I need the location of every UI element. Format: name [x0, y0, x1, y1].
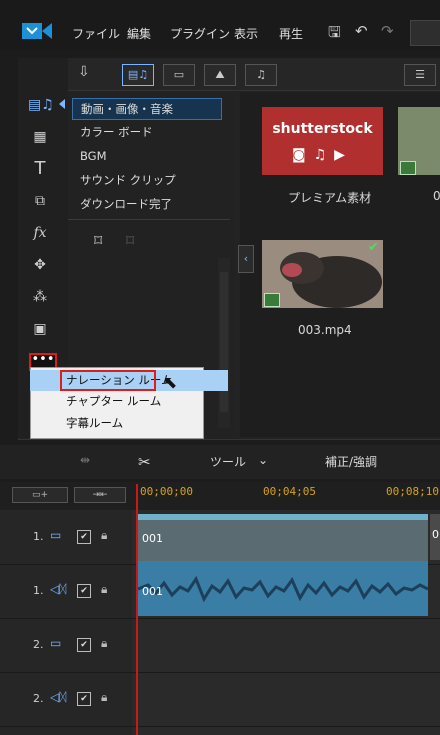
- menu-item-chapter-room[interactable]: チャプター ルーム: [30, 391, 228, 412]
- playhead[interactable]: [136, 484, 138, 735]
- track-enable-checkbox[interactable]: ✔: [77, 530, 91, 544]
- title-room-icon[interactable]: T: [28, 158, 52, 180]
- lock-icon[interactable]: 🔒︎: [101, 636, 107, 651]
- fit-timeline-button[interactable]: ⇥⇤: [74, 487, 126, 503]
- app-logo-icon: [22, 20, 52, 42]
- lock-icon[interactable]: 🔒︎: [101, 690, 107, 705]
- category-media[interactable]: 動画・画像・音楽: [72, 98, 222, 120]
- save-icon[interactable]: 🖫: [328, 22, 341, 47]
- track-number: 1.: [33, 530, 44, 543]
- lock-icon[interactable]: 🔒︎: [101, 528, 107, 543]
- highlight-box: [60, 370, 156, 391]
- track-enable-checkbox[interactable]: ✔: [77, 692, 91, 706]
- redo-icon[interactable]: ↷: [381, 22, 394, 40]
- menu-playback[interactable]: 再生: [279, 25, 303, 42]
- transition-room-icon[interactable]: ⧉: [28, 190, 52, 212]
- premium-media-label: プレミアム素材: [288, 191, 372, 205]
- tools-menu[interactable]: ツール: [210, 453, 246, 470]
- clip-label: 001: [142, 585, 163, 598]
- track-number: 2.: [33, 692, 44, 705]
- add-tag-icon[interactable]: ⌑: [94, 231, 102, 250]
- list-view-button[interactable]: ☰: [404, 64, 436, 86]
- video-badge-icon: [264, 293, 280, 307]
- particle-room-icon[interactable]: ⁂: [28, 286, 52, 308]
- media-room-icon[interactable]: ▤♫: [28, 94, 54, 116]
- video-thumbnail-003[interactable]: [262, 240, 383, 308]
- track-number: 2.: [33, 638, 44, 651]
- image-filter-button[interactable]: ⛰: [204, 64, 236, 86]
- checkmark-icon: ✔: [368, 240, 379, 255]
- collapse-panel-icon[interactable]: ‹: [238, 245, 254, 273]
- menu-edit[interactable]: 編集: [127, 25, 151, 42]
- audio-track-icon: ◁ᛞ: [50, 690, 67, 704]
- video-track-icon: ▭: [50, 636, 62, 650]
- menu-file[interactable]: ファイル: [72, 25, 120, 42]
- active-tab-pointer-icon: [59, 99, 65, 109]
- timecode-end: 00;08;10: [386, 485, 439, 498]
- subtitle-room-icon[interactable]: ▣: [28, 318, 52, 340]
- track-row: [0, 618, 440, 673]
- remove-tag-icon[interactable]: ⌑: [126, 231, 134, 250]
- category-sound-clips[interactable]: サウンド クリップ: [72, 170, 220, 190]
- category-bgm[interactable]: BGM: [72, 146, 220, 166]
- menu-plugins[interactable]: プラグイン: [170, 25, 230, 42]
- menu-view[interactable]: 表示: [234, 25, 258, 42]
- audio-clip[interactable]: 001: [138, 561, 428, 616]
- split-audio-icon[interactable]: ⇹: [80, 453, 90, 467]
- audio-filter-button[interactable]: ♫: [245, 64, 277, 86]
- timecode-mid: 00;04;05: [263, 485, 316, 498]
- fix-enhance-button[interactable]: 補正/強調: [325, 453, 377, 470]
- clip-label: 001: [142, 532, 163, 545]
- timecode-start: 00;00;00: [140, 485, 193, 498]
- chevron-down-icon[interactable]: ⌄: [258, 453, 268, 467]
- shutterstock-thumbnail[interactable]: shutterstock ◙♫▶: [262, 107, 383, 175]
- shutterstock-logo: shutterstock: [272, 121, 373, 137]
- track-number: 1.: [33, 584, 44, 597]
- split-scissors-icon[interactable]: ✂: [138, 453, 151, 471]
- track-enable-checkbox[interactable]: ✔: [77, 584, 91, 598]
- track-manager-button[interactable]: ▭+: [12, 487, 68, 503]
- media-type-icons: ◙♫▶: [292, 147, 353, 163]
- video-filter-button[interactable]: ▭: [163, 64, 195, 86]
- search-input[interactable]: [410, 20, 440, 46]
- mouse-cursor-icon: ⬉: [163, 373, 178, 393]
- category-color-board[interactable]: カラー ボード: [72, 122, 220, 142]
- category-downloads[interactable]: ダウンロード完了: [72, 194, 220, 214]
- template-room-icon[interactable]: ▦: [28, 126, 52, 148]
- video-track-icon: ▭: [50, 528, 62, 542]
- media-filter-all-button[interactable]: ▤♫: [122, 64, 154, 86]
- effect-room-icon[interactable]: fx: [28, 222, 52, 244]
- audio-track-icon: ◁ᛞ: [50, 582, 67, 596]
- pip-room-icon[interactable]: ✥: [28, 254, 52, 276]
- lock-icon[interactable]: 🔒︎: [101, 582, 107, 597]
- media-label-partial: 0: [433, 189, 440, 203]
- track-enable-checkbox[interactable]: ✔: [77, 638, 91, 652]
- menu-item-subtitle-room[interactable]: 字幕ルーム: [30, 413, 228, 434]
- video-badge-icon: [400, 161, 416, 175]
- divider: [68, 219, 230, 220]
- video-clip[interactable]: 001: [138, 514, 428, 566]
- media-label-003: 003.mp4: [298, 323, 352, 337]
- clip-label: 0: [432, 528, 439, 541]
- video-clip-next[interactable]: 0: [430, 514, 440, 560]
- undo-icon[interactable]: ↶: [355, 22, 368, 40]
- import-icon[interactable]: ⇩: [78, 64, 90, 80]
